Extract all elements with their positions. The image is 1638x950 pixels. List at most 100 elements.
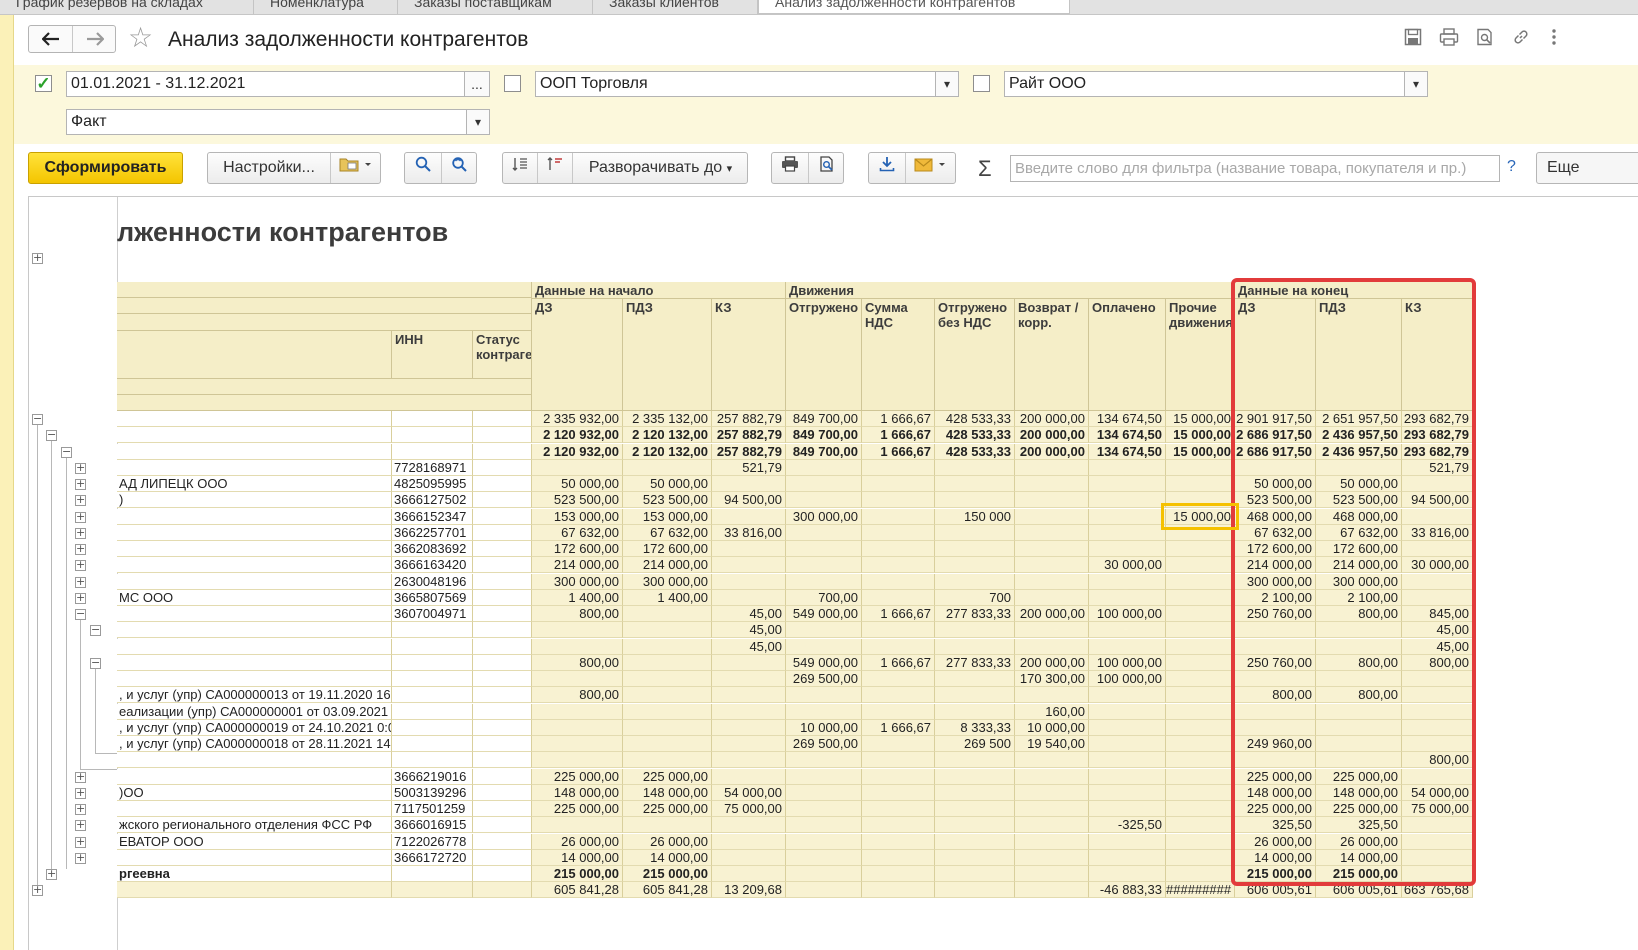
row-kz-end-cell[interactable] [1402,720,1473,736]
row-pdz-cell[interactable] [623,817,712,833]
row-kz-cell[interactable] [712,769,786,785]
row-dz-cell[interactable]: 225 000,00 [532,769,623,785]
row-kz-cell[interactable] [712,509,786,525]
row-name-cell[interactable]: ) [117,492,392,508]
row-returns-cell[interactable] [1015,509,1089,525]
row-shipped-cell[interactable]: 700,00 [786,590,862,606]
row-name-cell[interactable] [117,525,392,541]
row-kz-cell[interactable]: 257 882,79 [712,444,786,460]
row-vat-cell[interactable]: 1 666,67 [862,655,935,671]
row-kz-end-cell[interactable] [1402,574,1473,590]
row-status-cell[interactable] [473,574,532,590]
counterparty-field[interactable]: Райт ООО ▾ [1004,71,1428,97]
row-returns-cell[interactable] [1015,492,1089,508]
row-pdz-cell[interactable]: 2 335 132,00 [623,411,712,427]
row-returns-cell[interactable] [1015,590,1089,606]
row-dz-cell[interactable]: 225 000,00 [532,801,623,817]
row-pdz-end-cell[interactable]: 800,00 [1316,655,1402,671]
row-other-cell[interactable] [1166,606,1235,622]
row-name-cell[interactable]: еализации (упр) СА000000001 от 03.09.202… [117,704,392,720]
row-name-cell[interactable] [117,460,392,476]
row-dz-cell[interactable] [532,720,623,736]
row-name-cell[interactable] [117,411,392,427]
row-paid-cell[interactable] [1089,785,1166,801]
row-pdz-end-cell[interactable]: 300 000,00 [1316,574,1402,590]
expand-plus-icon[interactable]: + [46,868,57,880]
row-inn-cell[interactable]: 3666016915 [392,817,473,833]
row-vat-cell[interactable]: 1 666,67 [862,411,935,427]
row-shipped-cell[interactable] [786,574,862,590]
row-returns-cell[interactable] [1015,525,1089,541]
row-pdz-cell[interactable]: 523 500,00 [623,492,712,508]
row-dz-cell[interactable]: 800,00 [532,655,623,671]
row-paid-cell[interactable] [1089,736,1166,752]
row-kz-end-cell[interactable]: 54 000,00 [1402,785,1473,801]
row-shipped-cell[interactable] [786,687,862,703]
period-field[interactable]: 01.01.2021 - 31.12.2021 ... [66,71,490,97]
row-status-cell[interactable] [473,769,532,785]
row-shipped-cell[interactable]: 849 700,00 [786,411,862,427]
row-paid-cell[interactable] [1089,752,1166,768]
row-kz-cell[interactable] [712,557,786,573]
row-kz-cell[interactable]: 94 500,00 [712,492,786,508]
expand-plus-icon[interactable]: + [32,252,43,264]
row-name-cell[interactable]: МС ООО [117,590,392,606]
row-vat-cell[interactable]: 1 666,67 [862,444,935,460]
row-kz-cell[interactable]: 13 209,68 [712,882,786,898]
row-shipped-novat-cell[interactable] [935,882,1015,898]
collapse-minus-icon[interactable]: − [61,446,72,458]
row-shipped-cell[interactable] [786,834,862,850]
row-pdz-end-cell[interactable]: 2 436 957,50 [1316,444,1402,460]
row-returns-cell[interactable]: 200 000,00 [1015,427,1089,443]
row-pdz-cell[interactable]: 215 000,00 [623,866,712,882]
row-status-cell[interactable] [473,817,532,833]
row-vat-cell[interactable] [862,525,935,541]
row-paid-cell[interactable] [1089,720,1166,736]
row-name-cell[interactable] [117,850,392,866]
row-shipped-novat-cell[interactable] [935,639,1015,655]
save-icon[interactable] [1402,28,1424,50]
row-other-cell[interactable] [1166,655,1235,671]
row-shipped-cell[interactable] [786,639,862,655]
expand-plus-icon[interactable]: + [32,884,43,896]
row-name-cell[interactable]: жского регионального отделения ФСС РФ [117,817,392,833]
row-vat-cell[interactable] [862,785,935,801]
forward-arrow-icon[interactable] [73,26,116,52]
row-dz-cell[interactable]: 1 400,00 [532,590,623,606]
row-other-cell[interactable] [1166,574,1235,590]
row-shipped-novat-cell[interactable] [935,460,1015,476]
row-dz-end-cell[interactable]: 468 000,00 [1235,509,1316,525]
row-kz-end-cell[interactable] [1402,687,1473,703]
row-kz-cell[interactable] [712,476,786,492]
settings-button[interactable]: Настройки... [208,153,331,183]
row-vat-cell[interactable] [862,736,935,752]
row-status-cell[interactable] [473,541,532,557]
row-returns-cell[interactable]: 200 000,00 [1015,606,1089,622]
expand-plus-icon[interactable]: + [75,543,86,555]
expand-plus-icon[interactable]: + [75,787,86,799]
row-kz-cell[interactable]: 45,00 [712,622,786,638]
row-status-cell[interactable] [473,752,532,768]
row-pdz-end-cell[interactable] [1316,671,1402,687]
back-arrow-icon[interactable] [29,26,73,52]
row-name-cell[interactable]: , и услуг (упр) СА000000019 от 24.10.202… [117,720,392,736]
favorite-star-icon[interactable]: ☆ [128,22,153,54]
row-shipped-novat-cell[interactable] [935,574,1015,590]
row-dz-cell[interactable] [532,460,623,476]
row-kz-end-cell[interactable]: 293 682,79 [1402,411,1473,427]
row-dz-cell[interactable]: 14 000,00 [532,850,623,866]
row-name-cell[interactable] [117,509,392,525]
row-dz-end-cell[interactable]: 50 000,00 [1235,476,1316,492]
row-vat-cell[interactable]: 1 666,67 [862,427,935,443]
row-returns-cell[interactable] [1015,785,1089,801]
row-returns-cell[interactable]: 200 000,00 [1015,411,1089,427]
row-dz-cell[interactable]: 26 000,00 [532,834,623,850]
period-checkbox[interactable]: ✓ [35,75,52,92]
search-filter-input[interactable]: Введите слово для фильтра (название това… [1010,155,1500,182]
row-status-cell[interactable] [473,850,532,866]
row-pdz-cell[interactable]: 1 400,00 [623,590,712,606]
row-vat-cell[interactable] [862,850,935,866]
row-pdz-cell[interactable] [623,720,712,736]
row-vat-cell[interactable] [862,622,935,638]
row-inn-cell[interactable]: 3666127502 [392,492,473,508]
